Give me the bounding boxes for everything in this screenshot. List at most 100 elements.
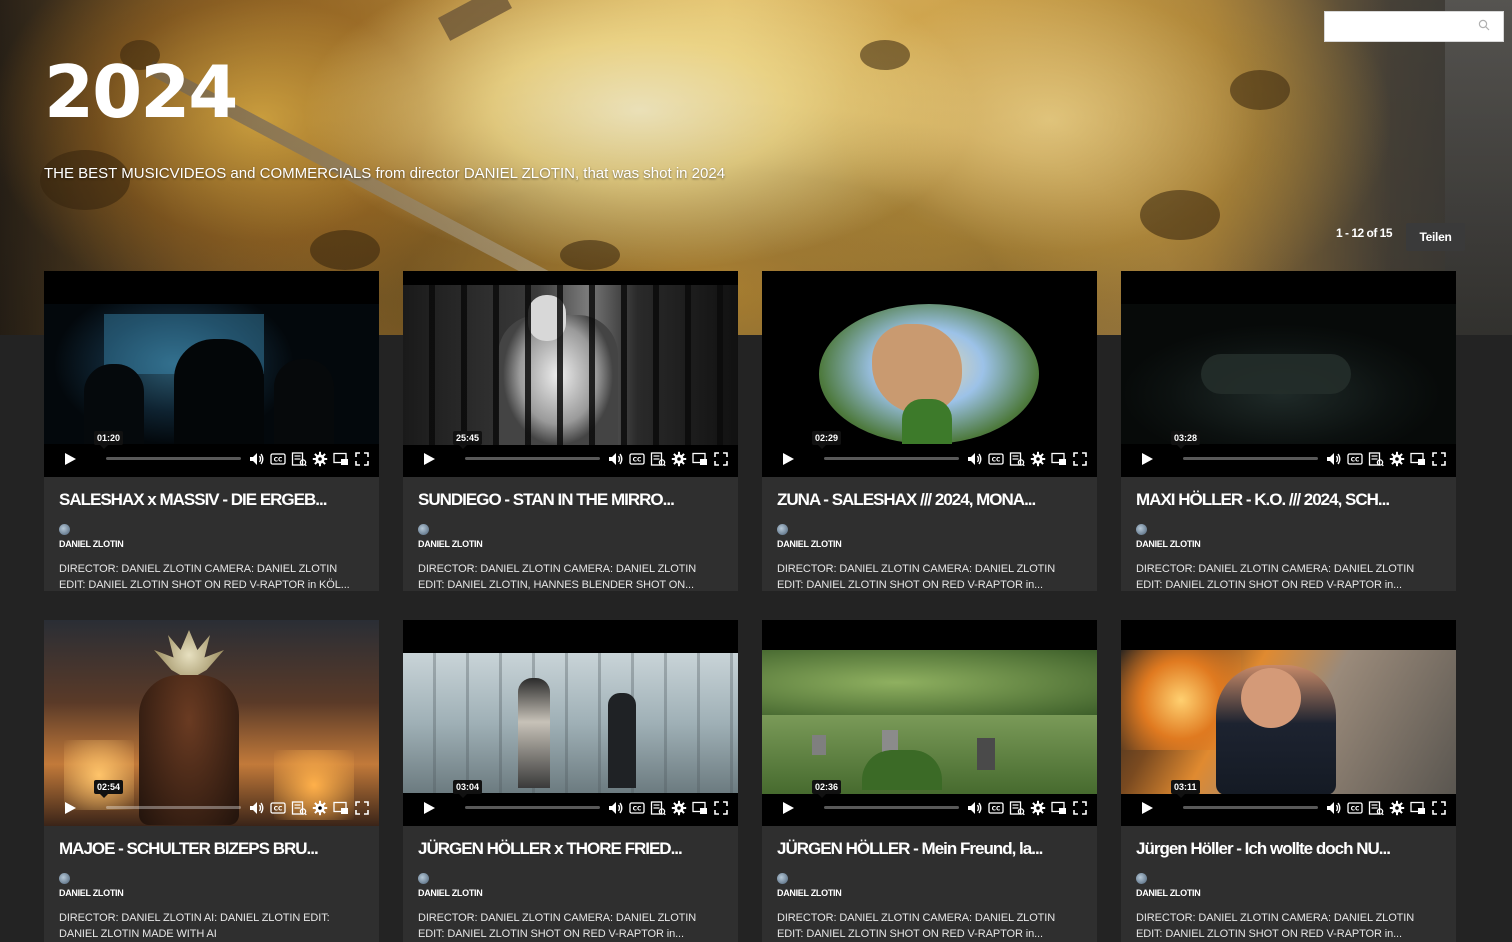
video-thumbnail[interactable]	[44, 304, 379, 444]
video-title[interactable]: JÜRGEN HÖLLER x THORE FRIED...	[418, 839, 728, 859]
video-thumbnail[interactable]	[403, 653, 738, 793]
author-avatar[interactable]	[59, 524, 70, 535]
video-card[interactable]: 01:20 CC SALESHAX x MASSIV - DIE ERGEB..…	[44, 271, 379, 591]
video-thumbnail[interactable]	[762, 304, 1097, 444]
author-avatar[interactable]	[1136, 873, 1147, 884]
settings-icon[interactable]	[312, 451, 328, 467]
transcript-icon[interactable]	[1368, 800, 1384, 816]
settings-icon[interactable]	[1030, 800, 1046, 816]
closed-captions-icon[interactable]: CC	[1347, 451, 1363, 467]
transcript-icon[interactable]	[650, 800, 666, 816]
progress-bar[interactable]	[1183, 806, 1318, 809]
closed-captions-icon[interactable]: CC	[629, 451, 645, 467]
fullscreen-icon[interactable]	[1072, 451, 1088, 467]
volume-icon[interactable]	[249, 451, 265, 467]
author-avatar[interactable]	[777, 524, 788, 535]
video-thumbnail[interactable]	[1121, 304, 1456, 444]
picture-in-picture-icon[interactable]	[1051, 800, 1067, 816]
progress-bar[interactable]	[465, 806, 600, 809]
author-name[interactable]: DANIEL ZLOTIN	[418, 888, 483, 898]
play-icon[interactable]	[62, 451, 78, 467]
play-icon[interactable]	[1139, 451, 1155, 467]
play-icon[interactable]	[1139, 800, 1155, 816]
search-box[interactable]	[1324, 11, 1504, 42]
video-card[interactable]: 02:29 CC ZUNA - SALESHAX /// 2024, MONA.…	[762, 271, 1097, 591]
picture-in-picture-icon[interactable]	[333, 451, 349, 467]
volume-icon[interactable]	[608, 800, 624, 816]
closed-captions-icon[interactable]: CC	[988, 800, 1004, 816]
video-thumbnail[interactable]	[762, 650, 1097, 794]
video-card[interactable]: 02:54 CC MAJOE - SCHULTER BIZEPS BRU... …	[44, 620, 379, 942]
video-card[interactable]: 03:04 CC JÜRGEN HÖLLER x THORE FRIED... …	[403, 620, 738, 942]
progress-bar[interactable]	[1183, 457, 1318, 460]
progress-bar[interactable]	[465, 457, 600, 460]
volume-icon[interactable]	[608, 451, 624, 467]
picture-in-picture-icon[interactable]	[692, 451, 708, 467]
settings-icon[interactable]	[1030, 451, 1046, 467]
transcript-icon[interactable]	[291, 800, 307, 816]
fullscreen-icon[interactable]	[713, 800, 729, 816]
fullscreen-icon[interactable]	[1431, 800, 1447, 816]
settings-icon[interactable]	[1389, 451, 1405, 467]
video-player[interactable]: 03:28 CC	[1121, 271, 1456, 477]
settings-icon[interactable]	[312, 800, 328, 816]
settings-icon[interactable]	[671, 451, 687, 467]
transcript-icon[interactable]	[1009, 800, 1025, 816]
author-name[interactable]: DANIEL ZLOTIN	[59, 539, 124, 549]
play-icon[interactable]	[62, 800, 78, 816]
video-card[interactable]: 02:36 CC JÜRGEN HÖLLER - Mein Freund, la…	[762, 620, 1097, 942]
author-avatar[interactable]	[418, 873, 429, 884]
video-player[interactable]: 02:29 CC	[762, 271, 1097, 477]
video-player[interactable]: 25:45 CC	[403, 271, 738, 477]
author-name[interactable]: DANIEL ZLOTIN	[777, 539, 842, 549]
video-title[interactable]: ZUNA - SALESHAX /// 2024, MONA...	[777, 490, 1087, 510]
volume-icon[interactable]	[1326, 800, 1342, 816]
fullscreen-icon[interactable]	[354, 451, 370, 467]
volume-icon[interactable]	[967, 451, 983, 467]
volume-icon[interactable]	[967, 800, 983, 816]
closed-captions-icon[interactable]: CC	[988, 451, 1004, 467]
closed-captions-icon[interactable]: CC	[1347, 800, 1363, 816]
author-avatar[interactable]	[418, 524, 429, 535]
author-name[interactable]: DANIEL ZLOTIN	[1136, 539, 1201, 549]
progress-bar[interactable]	[824, 806, 959, 809]
closed-captions-icon[interactable]: CC	[270, 800, 286, 816]
transcript-icon[interactable]	[650, 451, 666, 467]
video-title[interactable]: MAXI HÖLLER - K.O. /// 2024, SCH...	[1136, 490, 1446, 510]
video-card[interactable]: 03:11 CC Jürgen Höller - Ich wollte doch…	[1121, 620, 1456, 942]
video-player[interactable]: 03:11 CC	[1121, 620, 1456, 826]
video-card[interactable]: 03:28 CC MAXI HÖLLER - K.O. /// 2024, SC…	[1121, 271, 1456, 591]
transcript-icon[interactable]	[1368, 451, 1384, 467]
video-player[interactable]: 02:54 CC	[44, 620, 379, 826]
play-icon[interactable]	[421, 451, 437, 467]
video-title[interactable]: MAJOE - SCHULTER BIZEPS BRU...	[59, 839, 369, 859]
fullscreen-icon[interactable]	[1431, 451, 1447, 467]
share-button[interactable]: Teilen	[1406, 223, 1465, 251]
fullscreen-icon[interactable]	[354, 800, 370, 816]
fullscreen-icon[interactable]	[1072, 800, 1088, 816]
volume-icon[interactable]	[1326, 451, 1342, 467]
picture-in-picture-icon[interactable]	[333, 800, 349, 816]
video-thumbnail[interactable]	[1121, 650, 1456, 794]
video-player[interactable]: 01:20 CC	[44, 271, 379, 477]
video-title[interactable]: SUNDIEGO - STAN IN THE MIRRO...	[418, 490, 728, 510]
video-title[interactable]: Jürgen Höller - Ich wollte doch NU...	[1136, 839, 1446, 859]
picture-in-picture-icon[interactable]	[1051, 451, 1067, 467]
picture-in-picture-icon[interactable]	[692, 800, 708, 816]
progress-bar[interactable]	[106, 806, 241, 809]
video-thumbnail[interactable]	[403, 285, 738, 445]
play-icon[interactable]	[780, 451, 796, 467]
settings-icon[interactable]	[1389, 800, 1405, 816]
picture-in-picture-icon[interactable]	[1410, 451, 1426, 467]
author-name[interactable]: DANIEL ZLOTIN	[59, 888, 124, 898]
video-title[interactable]: SALESHAX x MASSIV - DIE ERGEB...	[59, 490, 369, 510]
volume-icon[interactable]	[249, 800, 265, 816]
author-avatar[interactable]	[59, 873, 70, 884]
play-icon[interactable]	[421, 800, 437, 816]
progress-bar[interactable]	[106, 457, 241, 460]
author-name[interactable]: DANIEL ZLOTIN	[777, 888, 842, 898]
video-player[interactable]: 02:36 CC	[762, 620, 1097, 826]
author-avatar[interactable]	[1136, 524, 1147, 535]
closed-captions-icon[interactable]: CC	[270, 451, 286, 467]
play-icon[interactable]	[780, 800, 796, 816]
